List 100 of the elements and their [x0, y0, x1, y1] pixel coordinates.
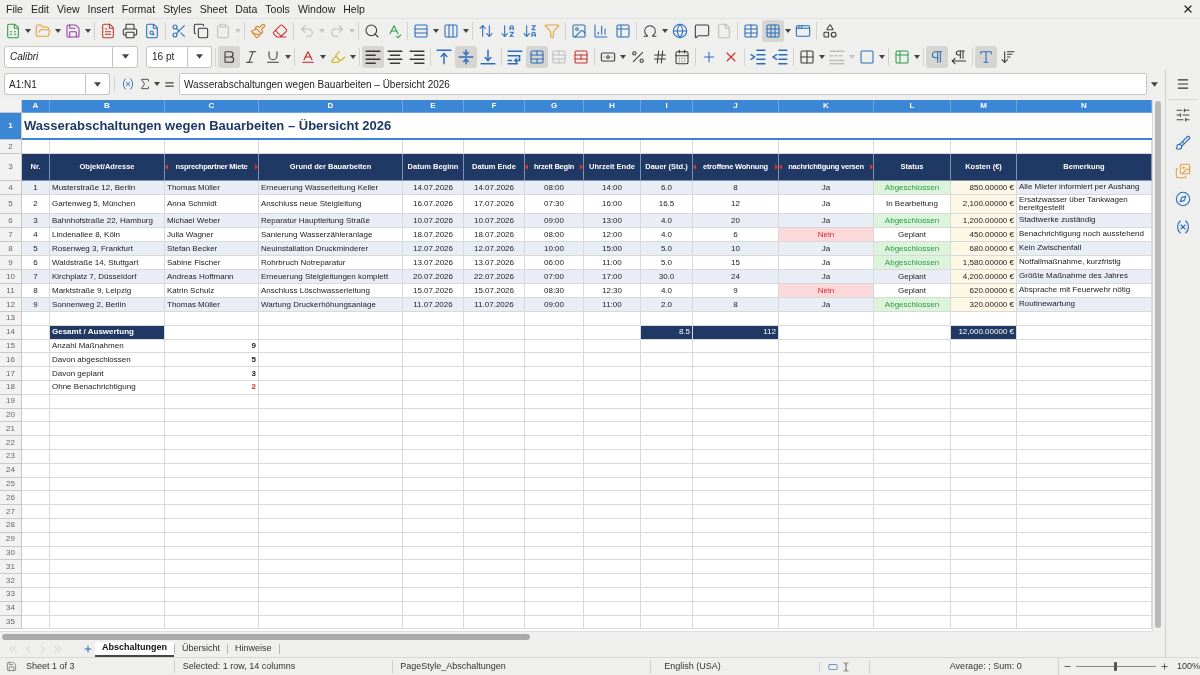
row-header[interactable]: 10 [0, 270, 22, 284]
caret-icon [350, 54, 356, 59]
percent-icon [630, 48, 646, 65]
table-cell: In Bearbeitung [874, 195, 951, 214]
table-cell: Sabine Fischer [165, 256, 259, 270]
column-header[interactable]: H [584, 100, 641, 113]
column-header[interactable]: G [525, 100, 584, 113]
row-header[interactable]: 11 [0, 284, 22, 298]
sliders-icon [1175, 107, 1191, 123]
functions-button[interactable] [1175, 219, 1191, 235]
menu-item[interactable]: Data [231, 3, 262, 15]
navigator-button[interactable] [1175, 191, 1191, 207]
table-cell: 12.07.2026 [403, 242, 464, 256]
menu-item[interactable]: Insert [83, 3, 118, 15]
row-header[interactable]: 16 [0, 353, 22, 368]
table-cell: 11.07.2026 [403, 298, 464, 312]
caret-icon [94, 81, 101, 87]
column-header[interactable]: M [951, 100, 1017, 113]
table-cell: 5 [22, 242, 50, 256]
menu-item[interactable]: Styles [159, 3, 196, 15]
left-to-right-button[interactable] [926, 45, 948, 68]
row-header[interactable]: 7 [0, 228, 22, 242]
row-header[interactable]: 13 [0, 312, 22, 326]
table-cell: Davon abgeschlossen [50, 353, 165, 368]
table-icon [615, 23, 631, 39]
column-header[interactable]: E [403, 100, 464, 113]
overflow-arrow-icon [525, 164, 528, 170]
text-direction-button[interactable] [975, 45, 997, 68]
font-name-field[interactable]: Calibri [4, 45, 113, 68]
table-cell: 4,200.00000 € [951, 270, 1017, 284]
sheet-tab[interactable]: Hinweise [228, 641, 279, 657]
column-header[interactable]: C [165, 100, 259, 113]
row-header[interactable]: 27 [0, 505, 22, 519]
table-cell: Rohrbruch Notreparatur [259, 256, 403, 270]
dropdown-button[interactable] [188, 45, 212, 68]
row-header[interactable]: 8 [0, 242, 22, 256]
caret-icon [463, 29, 469, 33]
formula-input[interactable]: Wasserabschaltungen wegen Bauarbeiten – Übersicht 2026 [179, 73, 1147, 95]
row-header[interactable]: 31 [0, 560, 22, 575]
row-header[interactable]: 17 [0, 367, 22, 381]
name-box[interactable]: A1:N1 [4, 73, 86, 95]
close-document-button[interactable] [1182, 3, 1194, 15]
align-middle-button[interactable] [455, 45, 477, 68]
menu-item[interactable]: Window [293, 3, 340, 15]
row-header[interactable]: 21 [0, 422, 22, 437]
column-header[interactable]: L [874, 100, 951, 113]
menu-item[interactable]: File [2, 3, 27, 15]
table-icon [894, 48, 910, 65]
align-right-icon [409, 48, 425, 65]
row-header[interactable]: 5 [0, 195, 22, 214]
table-cell: 30.0 [641, 270, 693, 284]
table-cell: Absprache mit Feuerwehr nötig [1017, 284, 1152, 298]
paintbrush-icon [250, 23, 266, 39]
menu-item[interactable]: Format [117, 3, 160, 15]
row-header[interactable]: 1 [0, 113, 22, 140]
row-header[interactable]: 3 [0, 154, 22, 181]
caret-icon [235, 29, 241, 33]
table-cell: Geplant [874, 284, 951, 298]
dropdown-button[interactable] [113, 45, 138, 68]
menu-item[interactable]: Sheet [195, 3, 232, 15]
column-header[interactable]: J [693, 100, 779, 113]
zoom-in-button[interactable] [1159, 662, 1169, 671]
row-header[interactable]: 22 [0, 436, 22, 450]
column-header[interactable]: A [22, 100, 50, 113]
row-header[interactable]: 12 [0, 298, 22, 312]
row-header[interactable]: 9 [0, 256, 22, 270]
properties-button[interactable] [1175, 107, 1191, 123]
bold-button[interactable] [218, 45, 240, 68]
sheet-tab[interactable]: Abschaltungen [95, 641, 174, 657]
pilcrow-left-icon [951, 48, 967, 65]
menu-icon [1176, 77, 1190, 91]
column-header[interactable]: I [641, 100, 693, 113]
sidebar-menu-button[interactable] [1176, 77, 1190, 91]
styles-button[interactable] [1175, 135, 1191, 151]
sheet-tab[interactable]: Übersicht [175, 641, 228, 657]
row-header[interactable]: 6 [0, 214, 22, 228]
menu-item[interactable]: View [53, 3, 84, 15]
align-left-button[interactable] [362, 45, 384, 68]
menu-item[interactable]: Tools [261, 3, 294, 15]
table-cell: 4.0 [641, 214, 693, 228]
slider-thumb[interactable] [1114, 662, 1118, 671]
column-header[interactable]: K [779, 100, 874, 113]
row-header[interactable]: 4 [0, 181, 22, 195]
rows-icon [413, 23, 429, 39]
row-header[interactable]: 2 [0, 140, 22, 154]
font-size-field[interactable]: 16 pt [146, 45, 188, 68]
table-cell: Anschluss Löschwasserleitung [259, 284, 403, 298]
dropdown-button[interactable] [86, 73, 110, 95]
column-header[interactable]: D [259, 100, 403, 113]
column-header[interactable]: B [50, 100, 165, 113]
row-header[interactable]: 26 [0, 491, 22, 506]
table-cell: Geplant [874, 270, 951, 284]
menu-item[interactable]: Edit [26, 3, 53, 15]
column-header[interactable]: F [464, 100, 525, 113]
table-cell: 09:00 [525, 298, 584, 312]
merge-center-button[interactable] [526, 45, 548, 68]
menu-item[interactable]: Help [339, 3, 369, 15]
row-header[interactable]: 32 [0, 574, 22, 588]
scrollbar-thumb[interactable] [2, 633, 530, 640]
column-header[interactable]: N [1017, 100, 1152, 113]
